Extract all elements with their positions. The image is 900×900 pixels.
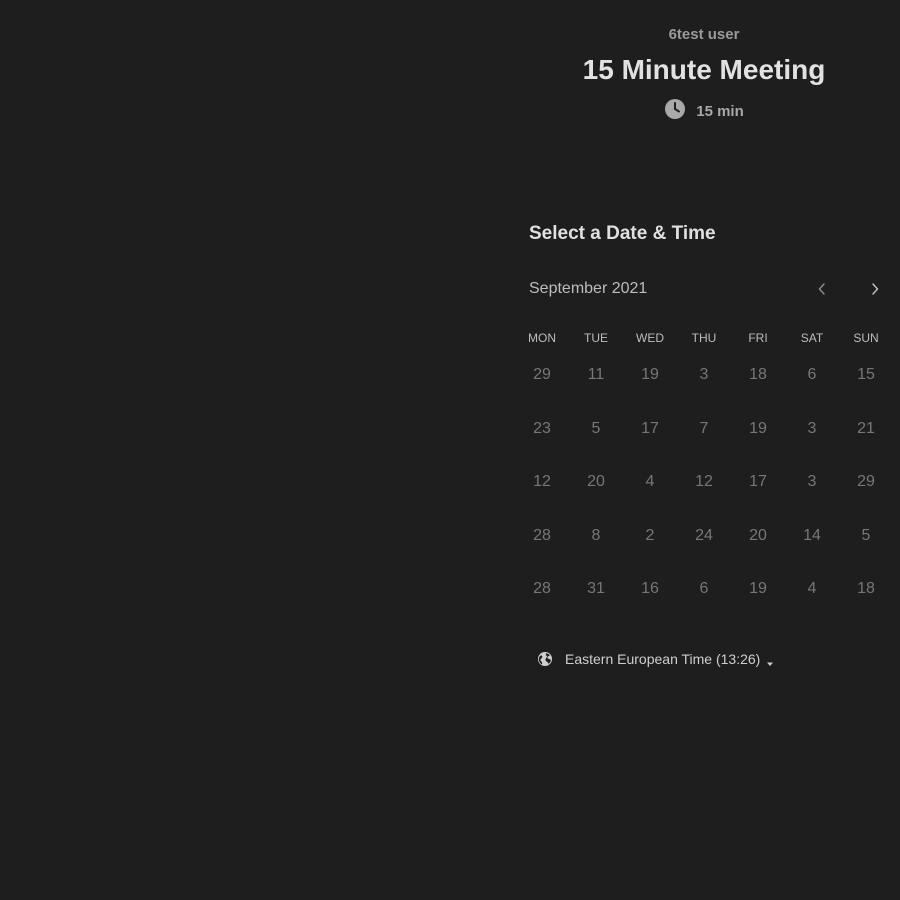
calendar-day: 29	[533, 366, 551, 383]
weekday-tue: TUE	[584, 331, 608, 345]
select-date-time-heading: Select a Date & Time	[529, 223, 716, 244]
weekday-thu: THU	[691, 331, 717, 345]
calendar-day: 17	[641, 419, 659, 437]
weekday-fri: FRI	[748, 331, 768, 345]
calendar-days: 29 11 19 3 18 6 15 23 5 17 7 19 3 21 12 …	[515, 363, 893, 631]
calendar-day: 24	[695, 526, 713, 544]
calendar-day: 16	[641, 580, 659, 597]
event-header: 6test user 15 Minute Meeting 15 min	[508, 24, 900, 122]
calendar-day: 6	[807, 366, 817, 383]
timezone-selector[interactable]: Eastern European Time (13:26)	[537, 651, 774, 667]
calendar-day: 15	[857, 366, 875, 383]
caret-down-icon	[766, 655, 774, 666]
calendar-day: 8	[591, 526, 601, 544]
timezone-label: Eastern European Time (13:26)	[565, 651, 761, 667]
calendar-week: 28 8 2 24 20 14 5	[515, 524, 893, 578]
calendar-day: 6	[699, 580, 709, 597]
calendar-day: 29	[857, 473, 875, 490]
calendar-day: 19	[641, 366, 659, 383]
calendar-day: 18	[857, 580, 875, 597]
calendar-week: 23 5 17 7 19 3 21	[515, 417, 893, 471]
calendar-day: 28	[533, 526, 551, 544]
next-month-button[interactable]	[863, 277, 887, 301]
calendar-day: 12	[533, 473, 551, 490]
calendar-week: 29 11 19 3 18 6 15	[515, 363, 893, 417]
calendar-week: 12 20 4 12 17 3 29	[515, 470, 893, 524]
weekday-sun: SUN	[853, 331, 879, 345]
calendar-day: 2	[645, 526, 655, 544]
calendar-day: 28	[533, 580, 551, 597]
weekday-sat: SAT	[800, 331, 824, 345]
month-navigation: September 2021	[529, 276, 900, 302]
calendar-day: 4	[807, 580, 817, 597]
calendar-day: 3	[699, 366, 709, 383]
calendar-day: 11	[587, 366, 605, 383]
previous-month-button[interactable]	[810, 277, 834, 301]
calendar-day: 14	[803, 526, 821, 544]
calendar-day: 20	[749, 526, 767, 544]
calendar-day: 5	[861, 526, 871, 544]
calendar-day: 3	[807, 419, 817, 437]
clock-icon	[664, 98, 686, 120]
calendar-day: 7	[699, 419, 709, 437]
duration-label: 15 min	[696, 102, 744, 120]
calendar-day: 12	[695, 473, 713, 490]
calendar-day: 17	[749, 473, 767, 490]
calendar-day: 31	[587, 580, 605, 597]
calendar-day: 20	[587, 473, 605, 490]
calendar-week: 28 31 16 6 19 4 18	[515, 577, 893, 631]
calendar-day: 4	[645, 473, 655, 490]
calendar-day: 19	[749, 580, 767, 597]
weekday-mon: MON	[528, 331, 556, 345]
month-label: September 2021	[529, 280, 648, 297]
event-title: 15 Minute Meeting	[582, 54, 826, 85]
event-duration: 15 min	[508, 98, 900, 122]
weekday-wed: WED	[636, 331, 664, 345]
chevron-right-icon	[872, 283, 879, 295]
calendar-day: 23	[533, 419, 551, 437]
calendar-day: 19	[749, 419, 767, 437]
calendar-day: 3	[807, 473, 817, 490]
calendar: MON TUE WED THU FRI SAT SUN 29 11 19 3 1…	[515, 327, 893, 631]
host-name: 6test user	[668, 26, 740, 43]
chevron-left-icon	[818, 283, 825, 295]
calendar-day: 18	[749, 366, 767, 383]
globe-icon	[537, 651, 553, 667]
weekday-header: MON TUE WED THU FRI SAT SUN	[515, 327, 893, 349]
calendar-day: 5	[591, 419, 601, 437]
booking-page: 6test user 15 Minute Meeting 15 min Sele…	[0, 0, 900, 900]
calendar-day: 21	[857, 419, 875, 437]
